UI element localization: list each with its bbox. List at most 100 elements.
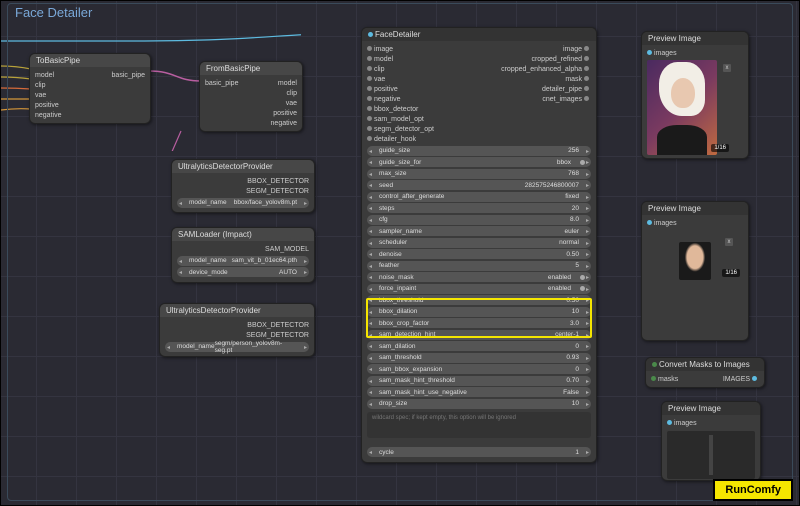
param-sam-bbox-expansion[interactable]: ◂sam_bbox_expansion0▸	[367, 364, 591, 374]
node-header[interactable]: Preview Image	[642, 202, 748, 215]
preview-image-empty[interactable]	[667, 431, 755, 479]
close-icon[interactable]: x	[723, 64, 731, 72]
port-label: images	[654, 220, 677, 227]
port-label: images	[654, 50, 677, 57]
node-header[interactable]: UltralyticsDetectorProvider	[160, 304, 314, 317]
node-samloader[interactable]: SAMLoader (Impact) SAM_MODEL ◂model_name…	[171, 227, 315, 283]
node-preview-1[interactable]: Preview Image images x 1/16	[641, 31, 749, 159]
param-model-name[interactable]: ◂model_name bbox/face_yolov8m.pt▸	[177, 198, 309, 208]
param-value: 10	[572, 400, 579, 407]
param-value: 0.50	[566, 297, 579, 304]
param-value: enabled	[548, 274, 571, 281]
port-label: clip	[35, 82, 46, 89]
node-header[interactable]: ToBasicPipe	[30, 54, 150, 67]
node-header[interactable]: SAMLoader (Impact)	[172, 228, 314, 241]
node-ultralytics-2[interactable]: UltralyticsDetectorProvider BBOX_DETECTO…	[159, 303, 315, 357]
param-value: 5	[575, 262, 579, 269]
param-guide-size-for[interactable]: ◂guide_size_forbbox▸	[367, 157, 591, 167]
param-label: device_mode	[189, 269, 228, 276]
param-label: sam_bbox_expansion	[379, 366, 442, 373]
param-sampler-name[interactable]: ◂sampler_nameeuler▸	[367, 226, 591, 236]
preview-image[interactable]	[647, 60, 717, 155]
param-value: False	[563, 389, 579, 396]
param-device-mode[interactable]: ◂device_modeAUTO▸	[177, 267, 309, 277]
param-bbox-crop-factor[interactable]: ◂bbox_crop_factor3.0▸	[367, 318, 591, 328]
port-label: vae	[286, 100, 297, 107]
param-control-after-generate[interactable]: ◂control_after_generatefixed▸	[367, 192, 591, 202]
port-label: SAM_MODEL	[265, 246, 309, 253]
param-value: segm/person_yolov8m-seg.pt	[215, 340, 297, 354]
param-noise-mask[interactable]: ◂noise_maskenabled▸	[367, 272, 591, 282]
port-label: model	[367, 56, 393, 63]
preview-image[interactable]	[679, 242, 711, 280]
node-convert-masks[interactable]: Convert Masks to Images masksIMAGES	[645, 357, 765, 388]
param-sam-detection-hint[interactable]: ◂sam_detection_hintcenter-1▸	[367, 330, 591, 340]
param-sam-threshold[interactable]: ◂sam_threshold0.93▸	[367, 353, 591, 363]
param-model-name[interactable]: ◂model_namesegm/person_yolov8m-seg.pt▸	[165, 342, 309, 352]
param-bbox-dilation[interactable]: ◂bbox_dilation10▸	[367, 307, 591, 317]
node-header[interactable]: Preview Image	[642, 32, 748, 45]
param-max-size[interactable]: ◂max_size768▸	[367, 169, 591, 179]
node-header[interactable]: FaceDetailer	[362, 28, 596, 41]
param-steps[interactable]: ◂steps20▸	[367, 203, 591, 213]
port-label: basic_pipe	[205, 80, 238, 87]
param-cfg[interactable]: ◂cfg8.0▸	[367, 215, 591, 225]
param-label: sam_threshold	[379, 354, 422, 361]
node-preview-2[interactable]: Preview Image images x 1/16	[641, 201, 749, 341]
image-counter: 1/16	[711, 144, 729, 152]
port-label: segm_detector_opt	[367, 126, 434, 133]
port-label: SEGM_DETECTOR	[246, 332, 309, 339]
param-value: 0.93	[566, 354, 579, 361]
port-label: detailer_hook	[367, 136, 416, 143]
node-ultralytics-1[interactable]: UltralyticsDetectorProvider BBOX_DETECTO…	[171, 159, 315, 213]
param-value: bbox/face_yolov8m.pt	[234, 199, 297, 206]
param-value: fixed	[565, 193, 579, 200]
port-label: vae	[367, 76, 385, 83]
node-header[interactable]: Preview Image	[662, 402, 760, 415]
node-header[interactable]: Convert Masks to Images	[646, 358, 764, 371]
param-label: cycle	[379, 449, 394, 456]
param-drop-size[interactable]: ◂drop_size10▸	[367, 399, 591, 409]
param-label: control_after_generate	[379, 193, 444, 200]
param-label: denoise	[379, 251, 402, 258]
node-header[interactable]: UltralyticsDetectorProvider	[172, 160, 314, 173]
param-label: sam_dilation	[379, 343, 416, 350]
port-label: BBOX_DETECTOR	[247, 322, 309, 329]
param-value: sam_vit_b_01ec64.pth	[232, 257, 297, 264]
port-label: cnet_images	[542, 96, 591, 103]
param-sam-mask-hint-use-negative[interactable]: ◂sam_mask_hint_use_negativeFalse▸	[367, 387, 591, 397]
port-label: image	[563, 46, 591, 53]
node-header[interactable]: FromBasicPipe	[200, 62, 302, 75]
port-label: mask	[565, 76, 591, 83]
param-label: model_name	[177, 343, 215, 350]
param-value: 0.50	[566, 251, 579, 258]
param-cycle[interactable]: ◂cycle1▸	[367, 447, 591, 457]
param-sam-dilation[interactable]: ◂sam_dilation0▸	[367, 341, 591, 351]
wildcard-text[interactable]: wildcard spec; if kept empty, this optio…	[367, 412, 591, 438]
param-denoise[interactable]: ◂denoise0.50▸	[367, 249, 591, 259]
param-bbox-threshold[interactable]: ◂bbox_threshold0.50▸	[367, 295, 591, 305]
param-label: scheduler	[379, 239, 407, 246]
param-value: center-1	[555, 331, 579, 338]
param-force-inpaint[interactable]: ◂force_inpaintenabled▸	[367, 284, 591, 294]
node-preview-3[interactable]: Preview Image images	[661, 401, 761, 481]
close-icon[interactable]: x	[725, 238, 733, 246]
param-value: enabled	[548, 285, 571, 292]
param-label: bbox_dilation	[379, 308, 417, 315]
node-tobasicpipe[interactable]: ToBasicPipe modelbasic_pipe clip vae pos…	[29, 53, 151, 124]
param-label: model_name	[189, 199, 227, 206]
node-frombasicpipe[interactable]: FromBasicPipe basic_pipemodel clip vae p…	[199, 61, 303, 132]
param-sam-mask-hint-threshold[interactable]: ◂sam_mask_hint_threshold0.70▸	[367, 376, 591, 386]
param-guide-size[interactable]: ◂guide_size256▸	[367, 146, 591, 156]
param-label: sam_mask_hint_use_negative	[379, 389, 467, 396]
param-seed[interactable]: ◂seed282575246800007▸	[367, 180, 591, 190]
param-feather[interactable]: ◂feather5▸	[367, 261, 591, 271]
param-model-name[interactable]: ◂model_namesam_vit_b_01ec64.pth▸	[177, 256, 309, 266]
port-label: cropped_enhanced_alpha	[501, 66, 591, 73]
node-facedetailer[interactable]: FaceDetailer imageimage modelcropped_ref…	[361, 27, 597, 463]
param-label: sam_mask_hint_threshold	[379, 377, 455, 384]
param-scheduler[interactable]: ◂schedulernormal▸	[367, 238, 591, 248]
port-label: positive	[273, 110, 297, 117]
param-label: bbox_threshold	[379, 297, 423, 304]
param-value: 8.0	[570, 216, 579, 223]
